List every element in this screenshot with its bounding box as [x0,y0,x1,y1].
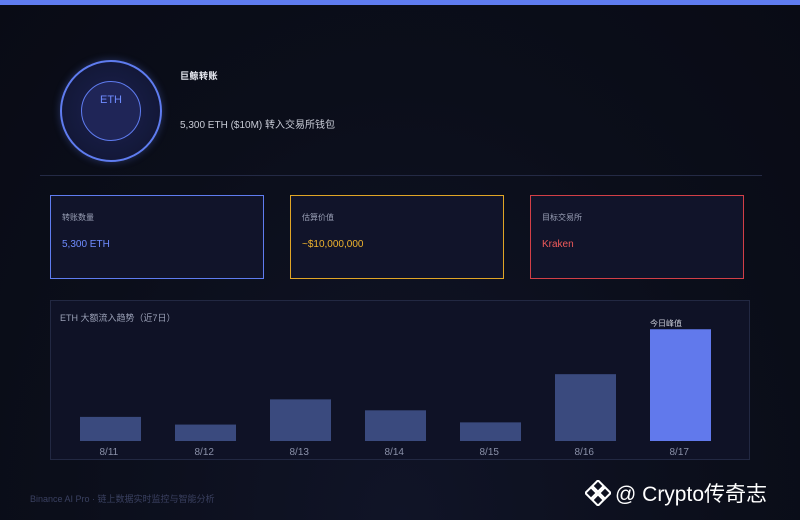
x-tick-label: 8/12 [195,447,215,458]
stat-label: 目标交易所 [542,213,582,222]
bar [175,424,236,441]
eth-token-icon: ETH [60,60,162,162]
stat-card-destination: 目标交易所 Kraken [530,195,744,279]
top-accent-bar [0,0,800,5]
inflow-chart-panel: ETH 大额流入趋势（近7日） 8/11 8/12 8/13 8/14 8/15 8/16… [50,300,750,460]
page: ETH 巨鲸转账 5,300 ETH ($10M) 转入交易所钱包 转账数量 5… [0,0,800,520]
stat-value: Kraken [542,239,574,250]
stat-label: 估算价值 [302,213,334,222]
eth-token-inner-ring: ETH [81,81,141,141]
stat-label: 转账数量 [62,213,94,222]
watermark-text: @ Crypto传奇志 [615,483,768,506]
x-tick-label: 8/17 [670,447,690,458]
x-tick-label: 8/11 [100,447,119,458]
alert-headline: 巨鲸转账 [180,71,219,81]
alert-subline: 5,300 ETH ($10M) 转入交易所钱包 [180,120,336,131]
stat-value: ~$10,000,000 [302,239,364,250]
bar [460,422,521,441]
x-tick-label: 8/15 [480,447,500,458]
bar-highlight [650,329,711,441]
token-symbol: ETH [100,94,122,106]
x-tick-label: 8/14 [385,447,405,458]
stat-card-value: 估算价值 ~$10,000,000 [290,195,504,279]
bar [365,410,426,441]
footer-note: Binance AI Pro · 链上数据实时监控与智能分析 [30,494,215,504]
stat-value: 5,300 ETH [62,239,110,250]
header-divider [40,175,762,176]
bar [270,399,331,441]
bar [555,374,616,441]
stat-card-amount: 转账数量 5,300 ETH [50,195,264,279]
peak-label: 今日峰值 [650,318,682,328]
x-tick-label: 8/13 [290,447,310,458]
watermark: @ Crypto传奇志 [585,480,767,506]
diamond-logo-icon [585,480,611,506]
x-tick-label: 8/16 [575,447,595,458]
bar [80,416,141,441]
inflow-bar-chart: 8/11 8/12 8/13 8/14 8/15 8/16 8/17 今日峰值 [80,318,711,458]
